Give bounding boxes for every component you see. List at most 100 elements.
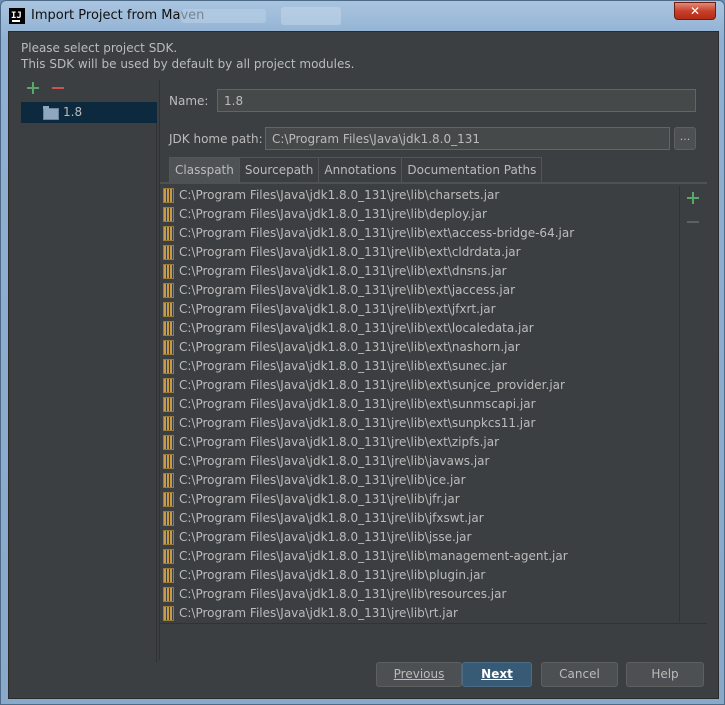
classpath-path-label: C:\Program Files\Java\jdk1.8.0_131\jre\l… (179, 549, 568, 563)
jar-icon (163, 340, 174, 355)
tab-annotations[interactable]: Annotations (318, 157, 403, 183)
classpath-row[interactable]: C:\Program Files\Java\jdk1.8.0_131\jre\l… (160, 566, 679, 585)
classpath-path-label: C:\Program Files\Java\jdk1.8.0_131\jre\l… (179, 492, 460, 506)
classpath-path-label: C:\Program Files\Java\jdk1.8.0_131\jre\l… (179, 245, 521, 259)
intellij-app-icon: IJ (9, 8, 25, 24)
jar-icon (163, 188, 174, 203)
classpath-path-label: C:\Program Files\Java\jdk1.8.0_131\jre\l… (179, 397, 536, 411)
dialog-window: IJ Import Project from Maven ✕ Please se… (0, 0, 725, 705)
name-label: Name: (169, 94, 209, 108)
classpath-row[interactable]: C:\Program Files\Java\jdk1.8.0_131\jre\l… (160, 452, 679, 471)
jar-icon (163, 416, 174, 431)
classpath-row[interactable]: C:\Program Files\Java\jdk1.8.0_131\jre\l… (160, 471, 679, 490)
classpath-path-label: C:\Program Files\Java\jdk1.8.0_131\jre\l… (179, 340, 520, 354)
classpath-row[interactable]: C:\Program Files\Java\jdk1.8.0_131\jre\l… (160, 433, 679, 452)
classpath-path-label: C:\Program Files\Java\jdk1.8.0_131\jre\l… (179, 473, 466, 487)
jar-icon (163, 435, 174, 450)
jar-icon (163, 359, 174, 374)
jar-icon (163, 264, 174, 279)
previous-button-label: Previous (393, 667, 445, 681)
classpath-path-label: C:\Program Files\Java\jdk1.8.0_131\jre\l… (179, 454, 490, 468)
tab-sourcepath[interactable]: Sourcepath (238, 157, 320, 183)
classpath-row[interactable]: C:\Program Files\Java\jdk1.8.0_131\jre\l… (160, 585, 679, 604)
classpath-row[interactable]: C:\Program Files\Java\jdk1.8.0_131\jre\l… (160, 186, 679, 205)
classpath-row[interactable]: C:\Program Files\Java\jdk1.8.0_131\jre\l… (160, 509, 679, 528)
classpath-row[interactable]: C:\Program Files\Java\jdk1.8.0_131\jre\l… (160, 414, 679, 433)
background-blur (281, 7, 341, 25)
help-button[interactable]: Help (626, 662, 704, 687)
classpath-row[interactable]: C:\Program Files\Java\jdk1.8.0_131\jre\l… (160, 357, 679, 376)
jar-icon (163, 606, 174, 621)
close-button[interactable]: ✕ (674, 2, 716, 20)
classpath-path-label: C:\Program Files\Java\jdk1.8.0_131\jre\l… (179, 226, 575, 240)
jdk-home-path-field[interactable] (265, 127, 670, 150)
classpath-row[interactable]: C:\Program Files\Java\jdk1.8.0_131\jre\l… (160, 319, 679, 338)
tab-classpath[interactable]: Classpath (169, 157, 240, 183)
jar-icon (163, 454, 174, 469)
classpath-path-label: C:\Program Files\Java\jdk1.8.0_131\jre\l… (179, 378, 565, 392)
sdk-list[interactable]: 1.8 (21, 102, 157, 662)
classpath-list[interactable]: C:\Program Files\Java\jdk1.8.0_131\jre\l… (160, 186, 680, 622)
classpath-row[interactable]: C:\Program Files\Java\jdk1.8.0_131\jre\l… (160, 224, 679, 243)
classpath-row[interactable]: C:\Program Files\Java\jdk1.8.0_131\jre\l… (160, 243, 679, 262)
classpath-path-label: C:\Program Files\Java\jdk1.8.0_131\jre\l… (179, 435, 499, 449)
tab-bar: Classpath Sourcepath Annotations Documen… (169, 157, 543, 183)
sdk-list-item[interactable]: 1.8 (21, 102, 157, 123)
classpath-path-label: C:\Program Files\Java\jdk1.8.0_131\jre\l… (179, 530, 472, 544)
classpath-row[interactable]: C:\Program Files\Java\jdk1.8.0_131\jre\l… (160, 338, 679, 357)
classpath-row[interactable]: C:\Program Files\Java\jdk1.8.0_131\jre\l… (160, 547, 679, 566)
next-button[interactable]: Next (462, 662, 532, 687)
name-field[interactable] (217, 89, 696, 112)
cancel-button[interactable]: Cancel (541, 662, 618, 687)
classpath-path-label: C:\Program Files\Java\jdk1.8.0_131\jre\l… (179, 587, 507, 601)
classpath-path-label: C:\Program Files\Java\jdk1.8.0_131\jre\l… (179, 511, 484, 525)
sdk-item-label: 1.8 (63, 105, 83, 119)
next-button-label: Next (481, 667, 513, 681)
classpath-row[interactable]: C:\Program Files\Java\jdk1.8.0_131\jre\l… (160, 281, 679, 300)
tab-underline (160, 182, 707, 184)
add-path-plus-icon[interactable] (687, 192, 699, 204)
previous-button[interactable]: Previous (376, 662, 462, 687)
classpath-path-label: C:\Program Files\Java\jdk1.8.0_131\jre\l… (179, 302, 496, 316)
remove-path-minus-icon[interactable] (687, 216, 699, 228)
add-sdk-plus-icon[interactable] (27, 82, 39, 94)
jar-icon (163, 530, 174, 545)
dialog-content: Please select project SDK. This SDK will… (8, 31, 719, 699)
description: Please select project SDK. This SDK will… (21, 40, 354, 72)
classpath-path-label: C:\Program Files\Java\jdk1.8.0_131\jre\l… (179, 606, 458, 620)
classpath-row[interactable]: C:\Program Files\Java\jdk1.8.0_131\jre\l… (160, 300, 679, 319)
description-line-2: This SDK will be used by default by all … (21, 57, 355, 71)
tab-documentation-paths[interactable]: Documentation Paths (401, 157, 543, 183)
classpath-row[interactable]: C:\Program Files\Java\jdk1.8.0_131\jre\l… (160, 376, 679, 395)
remove-sdk-minus-icon[interactable] (52, 82, 64, 94)
classpath-row[interactable]: C:\Program Files\Java\jdk1.8.0_131\jre\l… (160, 528, 679, 547)
classpath-row[interactable]: C:\Program Files\Java\jdk1.8.0_131\jre\l… (160, 205, 679, 224)
description-line-1: Please select project SDK. (21, 41, 178, 55)
jar-icon (163, 207, 174, 222)
jdk-home-path-label: JDK home path: (169, 132, 263, 146)
classpath-row[interactable]: C:\Program Files\Java\jdk1.8.0_131\jre\l… (160, 262, 679, 281)
jar-icon (163, 511, 174, 526)
classpath-path-label: C:\Program Files\Java\jdk1.8.0_131\jre\l… (179, 283, 516, 297)
jar-icon (163, 568, 174, 583)
title-bar[interactable]: IJ Import Project from Maven ✕ (1, 1, 724, 31)
jar-icon (163, 378, 174, 393)
window-title: Import Project from Maven (31, 8, 205, 23)
jar-icon (163, 245, 174, 260)
separator (160, 623, 707, 624)
jar-icon (163, 473, 174, 488)
jar-icon (163, 226, 174, 241)
classpath-path-label: C:\Program Files\Java\jdk1.8.0_131\jre\l… (179, 416, 536, 430)
classpath-row[interactable]: C:\Program Files\Java\jdk1.8.0_131\jre\l… (160, 395, 679, 414)
jar-icon (163, 587, 174, 602)
classpath-path-label: C:\Program Files\Java\jdk1.8.0_131\jre\l… (179, 207, 487, 221)
classpath-path-label: C:\Program Files\Java\jdk1.8.0_131\jre\l… (179, 188, 500, 202)
background-blur (181, 9, 266, 23)
classpath-row[interactable]: C:\Program Files\Java\jdk1.8.0_131\jre\l… (160, 490, 679, 509)
jar-icon (163, 283, 174, 298)
jar-icon (163, 321, 174, 336)
browse-button[interactable]: ... (674, 127, 696, 150)
classpath-row[interactable]: C:\Program Files\Java\jdk1.8.0_131\jre\l… (160, 604, 679, 623)
jar-icon (163, 549, 174, 564)
classpath-path-label: C:\Program Files\Java\jdk1.8.0_131\jre\l… (179, 264, 507, 278)
